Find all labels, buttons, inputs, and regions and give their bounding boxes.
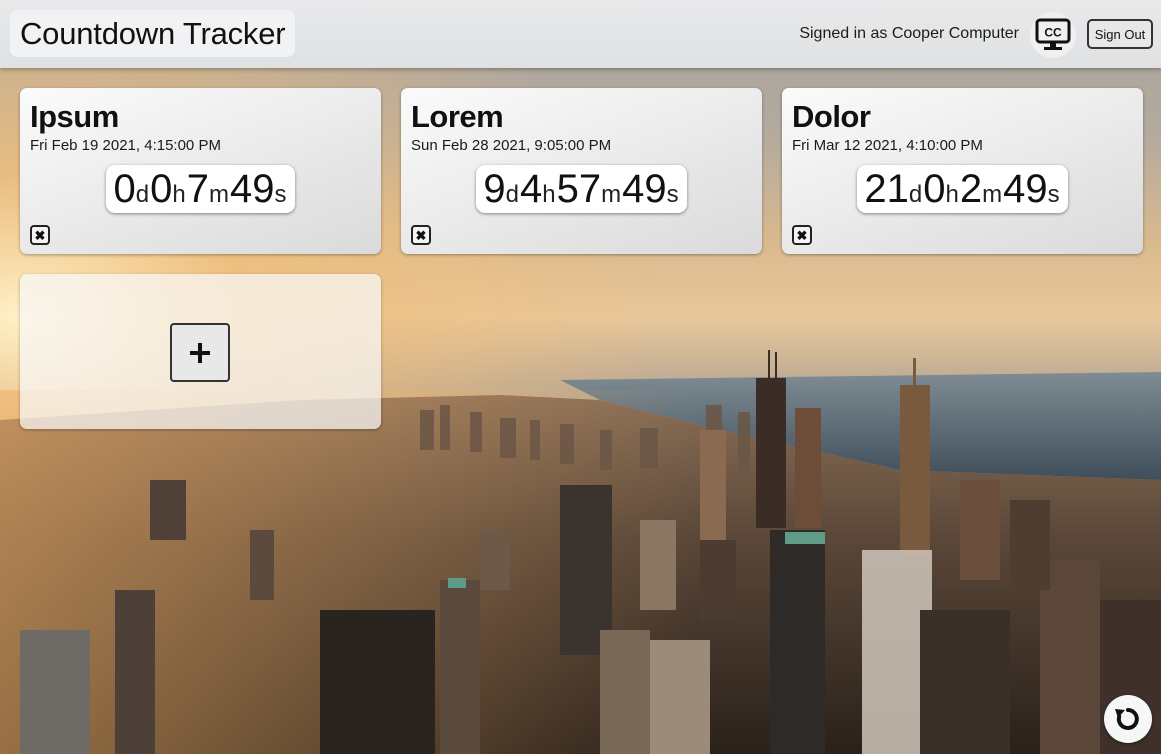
delete-countdown-button[interactable]: ✖ bbox=[792, 225, 812, 245]
delete-countdown-button[interactable]: ✖ bbox=[411, 225, 431, 245]
refresh-button[interactable] bbox=[1104, 695, 1152, 743]
seconds-unit: s bbox=[1047, 181, 1060, 208]
minutes-unit: m bbox=[601, 181, 622, 208]
avatar[interactable]: CC bbox=[1030, 12, 1076, 58]
app-title: Countdown Tracker bbox=[10, 10, 296, 57]
countdown-name: Ipsum bbox=[30, 99, 119, 134]
add-countdown-card bbox=[20, 274, 381, 429]
seconds-unit: s bbox=[274, 181, 287, 208]
countdown-card: Ipsum Fri Feb 19 2021, 4:15:00 PM 0d0h7m… bbox=[20, 88, 381, 254]
minutes-unit: m bbox=[982, 181, 1003, 208]
countdown-date: Sun Feb 28 2021, 9:05:00 PM bbox=[411, 137, 612, 154]
countdown-timer: 0 d 0 h 7 m 49 s bbox=[106, 165, 295, 213]
delete-countdown-button[interactable]: ✖ bbox=[30, 225, 50, 245]
hours-value: 4 bbox=[520, 167, 543, 211]
days-unit: d bbox=[135, 181, 150, 208]
days-value: 21 bbox=[864, 167, 909, 211]
signed-in-text: Signed in as Cooper Computer bbox=[799, 25, 1019, 42]
seconds-unit: s bbox=[666, 181, 679, 208]
countdown-timer: 21 d 0 h 2 m 49 s bbox=[857, 165, 1068, 213]
seconds-value: 49 bbox=[1003, 167, 1048, 211]
hours-value: 0 bbox=[150, 167, 173, 211]
add-countdown-button[interactable] bbox=[170, 323, 230, 382]
avatar-initials: CC bbox=[1044, 26, 1062, 40]
countdown-name: Dolor bbox=[792, 99, 871, 134]
seconds-value: 49 bbox=[622, 167, 667, 211]
minutes-value: 2 bbox=[959, 167, 983, 211]
seconds-value: 49 bbox=[229, 167, 275, 211]
countdown-date: Fri Feb 19 2021, 4:15:00 PM bbox=[30, 137, 221, 154]
close-icon: ✖ bbox=[796, 227, 808, 243]
minutes-value: 7 bbox=[186, 167, 209, 211]
refresh-icon bbox=[1115, 708, 1139, 730]
hours-value: 0 bbox=[923, 167, 946, 211]
plus-icon bbox=[190, 342, 210, 363]
minutes-value: 57 bbox=[556, 167, 602, 211]
days-unit: d bbox=[908, 181, 923, 208]
monitor-cc-icon: CC bbox=[1035, 18, 1071, 50]
countdown-date: Fri Mar 12 2021, 4:10:00 PM bbox=[792, 137, 983, 154]
countdown-card: Lorem Sun Feb 28 2021, 9:05:00 PM 9 d 4 h 57… bbox=[401, 88, 762, 254]
close-icon: ✖ bbox=[34, 227, 46, 243]
countdown-timer: 9 d 4 h 57 m 49 s bbox=[476, 165, 687, 213]
hours-unit: h bbox=[542, 181, 556, 208]
countdown-name: Lorem bbox=[411, 99, 504, 134]
days-value: 9 bbox=[483, 167, 506, 211]
close-icon: ✖ bbox=[415, 227, 427, 243]
days-unit: d bbox=[505, 181, 519, 208]
minutes-unit: m bbox=[208, 181, 229, 208]
hours-unit: h bbox=[945, 181, 959, 208]
sign-out-button[interactable]: Sign Out bbox=[1087, 19, 1153, 49]
app-header: Countdown Tracker Signed in as Cooper Co… bbox=[0, 0, 1161, 68]
days-value: 0 bbox=[113, 167, 136, 211]
countdown-card: Dolor Fri Mar 12 2021, 4:10:00 PM 21 d 0 h 2… bbox=[782, 88, 1143, 254]
hours-unit: h bbox=[172, 181, 186, 208]
